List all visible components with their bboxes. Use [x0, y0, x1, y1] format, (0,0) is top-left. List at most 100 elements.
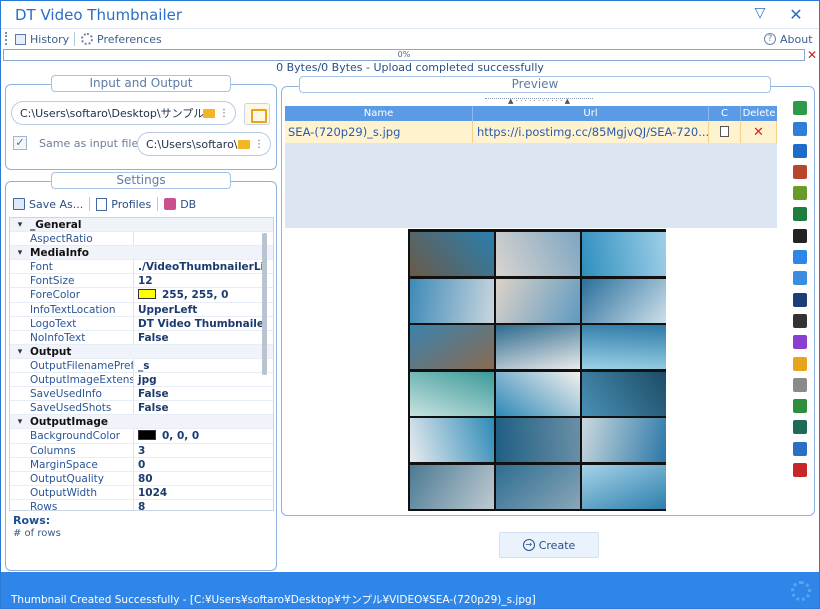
delete-upload-button[interactable]: ✕ [741, 121, 777, 143]
input-path-combo[interactable]: C:\Users\softaro\Desktop\サンプル\V ⋮ [11, 101, 236, 125]
property-value[interactable]: 0, 0, 0 [134, 429, 273, 442]
property-grid[interactable]: ▾ _General AspectRatio ▾ MediaInfo Font ./Vide… [9, 217, 274, 511]
property-row[interactable]: Rows 8 [10, 499, 273, 510]
upload-cloud-icon[interactable] [793, 122, 807, 137]
monitor-icon[interactable] [793, 313, 807, 328]
save-as-button[interactable]: Save As... [9, 198, 87, 211]
column-header-url[interactable]: Url [473, 106, 709, 121]
window-icon[interactable] [793, 292, 807, 307]
property-row[interactable]: OutputWidth 1024 [10, 485, 273, 500]
upload-name-cell[interactable]: SEA-(720p29)_s.jpg [285, 121, 473, 143]
property-value[interactable]: DT Video Thumbnaile [134, 317, 273, 330]
property-row[interactable]: ForeColor 255, 255, 0 [10, 288, 273, 303]
row-indent [10, 288, 30, 301]
film-icon[interactable] [793, 228, 807, 243]
disc-icon[interactable] [793, 377, 807, 392]
property-value[interactable] [134, 232, 273, 245]
preview-splitter[interactable]: ▲ · · · · · · · · · · · ▲ [485, 98, 593, 105]
property-value[interactable]: 80 [134, 472, 273, 485]
property-row[interactable]: OutputQuality 80 [10, 471, 273, 486]
property-value-text: 1024 [138, 486, 168, 499]
menu-bar: History Preferences ? About [1, 28, 819, 48]
postimage-icon[interactable] [793, 143, 807, 158]
upload-url-cell[interactable]: https://i.postimg.cc/85MgjvQJ/SEA-720... [473, 121, 709, 143]
about-label: About [780, 32, 813, 46]
folder-icon [238, 139, 250, 149]
expand-icon[interactable]: ▾ [10, 246, 30, 259]
eye-icon[interactable] [793, 207, 807, 222]
property-value[interactable]: 8 [134, 500, 273, 510]
property-value[interactable]: jpg [134, 373, 273, 386]
property-row[interactable]: SaveUsedShots False [10, 401, 273, 416]
property-row[interactable]: InfoTextLocation UpperLeft [10, 302, 273, 317]
property-value[interactable]: ./VideoThumbnailerLi [134, 260, 273, 273]
pen-icon[interactable] [793, 335, 807, 350]
property-row[interactable]: SaveUsedInfo False [10, 387, 273, 402]
property-help-title: Rows: [13, 514, 51, 527]
history-menu[interactable]: History [15, 31, 69, 47]
same-as-input-checkbox[interactable]: ✓ [13, 136, 27, 150]
property-row[interactable]: FontSize 12 [10, 274, 273, 289]
property-row[interactable]: OutputFilenamePrefix _s [10, 358, 273, 374]
property-row[interactable]: BackgroundColor 0, 0, 0 [10, 429, 273, 444]
property-row[interactable]: AspectRatio [10, 232, 273, 247]
property-category[interactable]: ▾ MediaInfo [10, 246, 273, 261]
preferences-menu[interactable]: Preferences [81, 31, 162, 47]
stack-icon[interactable] [793, 186, 807, 201]
browse-input-button[interactable] [244, 103, 270, 125]
column-header-name[interactable]: Name [285, 106, 473, 121]
property-name: FontSize [30, 274, 134, 288]
expand-icon[interactable]: ▾ [10, 415, 30, 428]
expand-icon[interactable]: ▾ [10, 218, 30, 231]
row-indent [10, 359, 30, 372]
property-value[interactable]: 0 [134, 458, 273, 471]
cancel-upload-icon[interactable]: ✕ [807, 48, 817, 62]
thumbnail-frame [410, 464, 494, 509]
property-value[interactable]: _s [134, 359, 273, 372]
property-category[interactable]: ▾ _General [10, 218, 273, 233]
property-name: InfoTextLocation [30, 302, 134, 316]
copy-url-button[interactable] [709, 121, 741, 143]
property-grid-scrollbar[interactable] [262, 233, 267, 375]
property-value[interactable]: False [134, 387, 273, 400]
minimize-button[interactable]: ▽ [749, 5, 771, 25]
property-value[interactable]: 3 [134, 444, 273, 457]
bird-icon[interactable] [793, 164, 807, 179]
property-value[interactable]: False [134, 331, 273, 344]
property-row[interactable]: LogoText DT Video Thumbnaile [10, 316, 273, 331]
property-value-text: _s [138, 359, 150, 372]
about-menu[interactable]: ? About [764, 31, 813, 47]
property-row[interactable]: OutputImageExtension jpg [10, 373, 273, 388]
property-name: Output [30, 345, 72, 358]
table-row[interactable]: SEA-(720p29)_s.jpg https://i.postimg.cc/… [285, 121, 777, 143]
close-button[interactable]: ✕ [785, 5, 807, 25]
imgbox-icon[interactable] [793, 250, 807, 265]
property-category[interactable]: ▾ OutputImage [10, 415, 273, 430]
property-value[interactable]: 255, 255, 0 [134, 288, 273, 301]
property-row[interactable]: Font ./VideoThumbnailerLi [10, 260, 273, 275]
profiles-button[interactable]: Profiles [92, 197, 155, 211]
acrobat-icon[interactable] [793, 463, 807, 478]
sparkle-icon[interactable] [793, 356, 807, 371]
toolbar-grip[interactable] [5, 32, 8, 45]
property-row[interactable]: MarginSpace 0 [10, 457, 273, 472]
property-row[interactable]: NoInfoText False [10, 330, 273, 345]
landscape-icon[interactable] [793, 420, 807, 435]
property-value[interactable]: UpperLeft [134, 303, 273, 316]
db-button[interactable]: DB [160, 198, 200, 211]
property-value[interactable]: 12 [134, 274, 273, 287]
property-value[interactable]: 1024 [134, 486, 273, 499]
image-host-icon[interactable] [793, 101, 807, 115]
output-path-combo[interactable]: C:\Users\softaro\D ⋮ [137, 132, 271, 156]
expand-icon[interactable]: ▾ [10, 345, 30, 358]
ibb-icon[interactable] [793, 271, 807, 286]
property-category[interactable]: ▾ Output [10, 344, 273, 359]
upload-status-text: 0 Bytes/0 Bytes - Upload completed succe… [276, 61, 544, 74]
wave-icon[interactable] [793, 441, 807, 456]
property-row[interactable]: Columns 3 [10, 443, 273, 458]
create-button[interactable]: → Create [499, 532, 599, 558]
property-value[interactable]: False [134, 401, 273, 414]
column-header-delete[interactable]: Delete [741, 106, 777, 121]
photo-icon[interactable] [793, 399, 807, 414]
column-header-copy[interactable]: C [709, 106, 741, 121]
